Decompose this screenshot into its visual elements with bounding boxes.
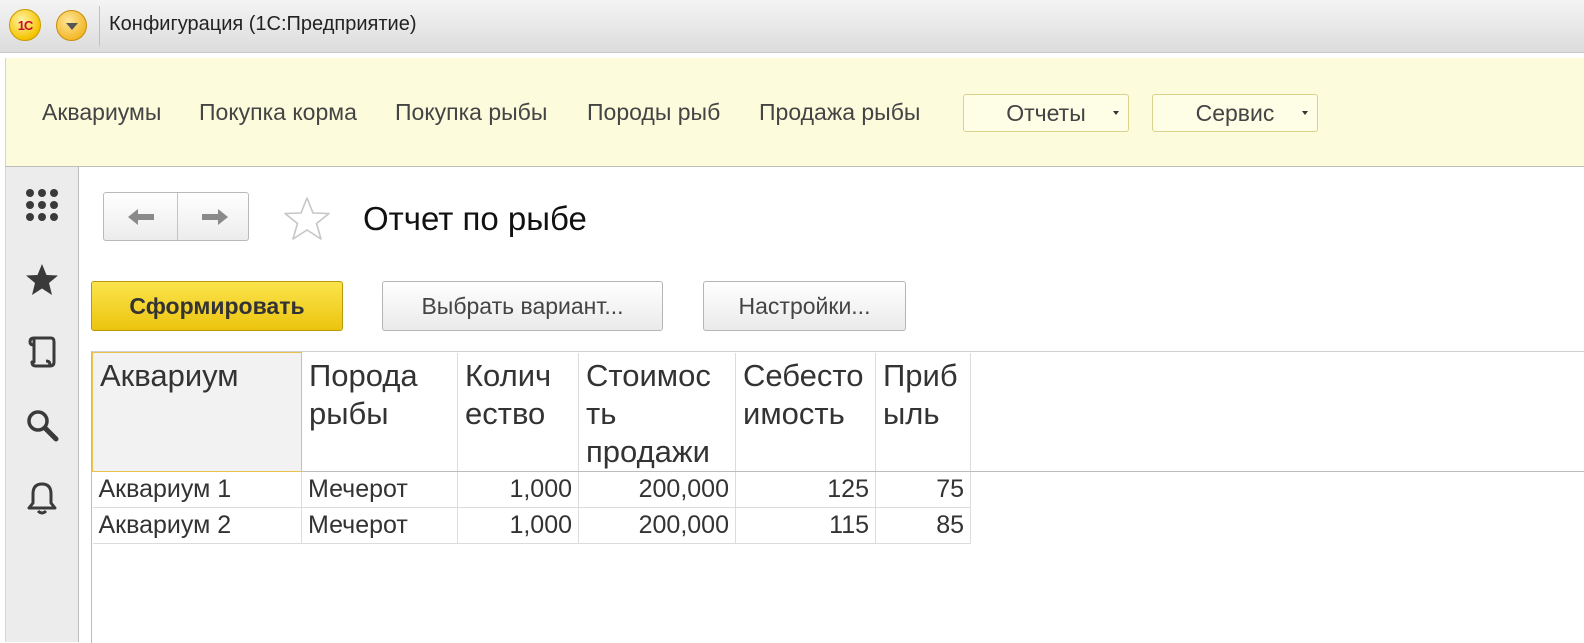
column-header-line: Приб: [883, 357, 958, 393]
column-header-line: Колич: [465, 357, 552, 393]
app-logo-icon[interactable]: 1С: [9, 9, 41, 41]
column-header-line: продажи: [586, 433, 710, 469]
column-header-line: Аквариум: [100, 358, 239, 393]
settings-button[interactable]: Настройки...: [703, 281, 906, 331]
choose-variant-button[interactable]: Выбрать вариант...: [382, 281, 663, 331]
column-header-line: рыбы: [309, 395, 389, 431]
column-header-line: ыль: [883, 395, 940, 431]
window-title: Конфигурация (1С:Предприятие): [109, 13, 417, 35]
table-cell[interactable]: Мечерот: [301, 471, 458, 508]
notifications-bell-icon[interactable]: [24, 480, 60, 516]
reports-dropdown[interactable]: Отчеты: [963, 94, 1129, 132]
column-header-line: Стоимос: [586, 357, 711, 393]
column-header[interactable]: Стоимос ть продажи: [578, 352, 736, 472]
table-cell[interactable]: 75: [875, 471, 971, 508]
table-cell[interactable]: 125: [735, 471, 876, 508]
section-food-purchase[interactable]: Покупка корма: [199, 99, 357, 126]
table-cell[interactable]: 115: [735, 507, 876, 544]
history-scroll-icon[interactable]: [24, 334, 60, 370]
table-row: Аквариум 2 Мечерот 1,000 200,000 115 85: [92, 507, 971, 544]
title-divider: [99, 6, 100, 46]
table-cell[interactable]: Мечерот: [301, 507, 458, 544]
column-header-line: имость: [743, 395, 845, 431]
table-cell[interactable]: 200,000: [578, 507, 736, 544]
page-title: Отчет по рыбе: [363, 200, 587, 237]
column-header-line: ть: [586, 395, 617, 431]
column-header-line: Себесто: [743, 357, 864, 393]
section-aquariums[interactable]: Аквариумы: [42, 99, 161, 126]
table-cell[interactable]: Аквариум 2: [92, 507, 302, 544]
main-menu-button[interactable]: [56, 10, 87, 41]
logo-text: 1С: [17, 17, 34, 33]
arrow-right-icon: [201, 208, 228, 225]
forward-button[interactable]: [178, 193, 251, 240]
column-header[interactable]: Аквариум: [92, 352, 302, 472]
generate-button[interactable]: Сформировать: [91, 281, 343, 331]
report-table: Аквариум Порода рыбы Колич ество Стоимос…: [92, 352, 971, 544]
section-fish-breeds[interactable]: Породы рыб: [587, 99, 720, 126]
service-dropdown-label: Сервис: [1195, 100, 1275, 126]
column-header[interactable]: Колич ество: [457, 352, 579, 472]
table-header-row: Аквариум Порода рыбы Колич ество Стоимос…: [92, 352, 971, 472]
back-button[interactable]: [104, 193, 177, 240]
column-header[interactable]: Приб ыль: [875, 352, 971, 472]
table-cell[interactable]: 1,000: [457, 471, 579, 508]
left-toolbar: [5, 167, 79, 642]
section-fish-purchase[interactable]: Покупка рыбы: [395, 99, 547, 126]
apps-grid-icon[interactable]: [24, 187, 60, 223]
column-header[interactable]: Себесто имость: [735, 352, 876, 472]
add-to-favorites-star-icon[interactable]: [283, 195, 331, 243]
sections-panel: Аквариумы Покупка корма Покупка рыбы Пор…: [5, 58, 1584, 167]
table-cell[interactable]: 200,000: [578, 471, 736, 508]
column-header-line: ество: [465, 395, 546, 431]
reports-dropdown-label: Отчеты: [1006, 100, 1086, 126]
title-bar: 1С Конфигурация (1С:Предприятие): [0, 0, 1584, 53]
report-spreadsheet[interactable]: Аквариум Порода рыбы Колич ество Стоимос…: [91, 351, 1584, 643]
table-cell[interactable]: 85: [875, 507, 971, 544]
column-header[interactable]: Порода рыбы: [301, 352, 458, 472]
table-row: Аквариум 1 Мечерот 1,000 200,000 125 75: [92, 471, 971, 508]
search-icon[interactable]: [24, 407, 60, 443]
history-navigation: [103, 192, 249, 241]
section-fish-sales[interactable]: Продажа рыбы: [759, 99, 920, 126]
chevron-down-icon: [1113, 111, 1119, 115]
table-cell[interactable]: 1,000: [457, 507, 579, 544]
service-dropdown[interactable]: Сервис: [1152, 94, 1318, 132]
column-header-line: Порода: [309, 357, 418, 393]
table-cell[interactable]: Аквариум 1: [92, 471, 302, 508]
chevron-down-icon: [1302, 111, 1308, 115]
favorites-star-icon[interactable]: [24, 262, 60, 298]
arrow-left-icon: [127, 208, 154, 225]
